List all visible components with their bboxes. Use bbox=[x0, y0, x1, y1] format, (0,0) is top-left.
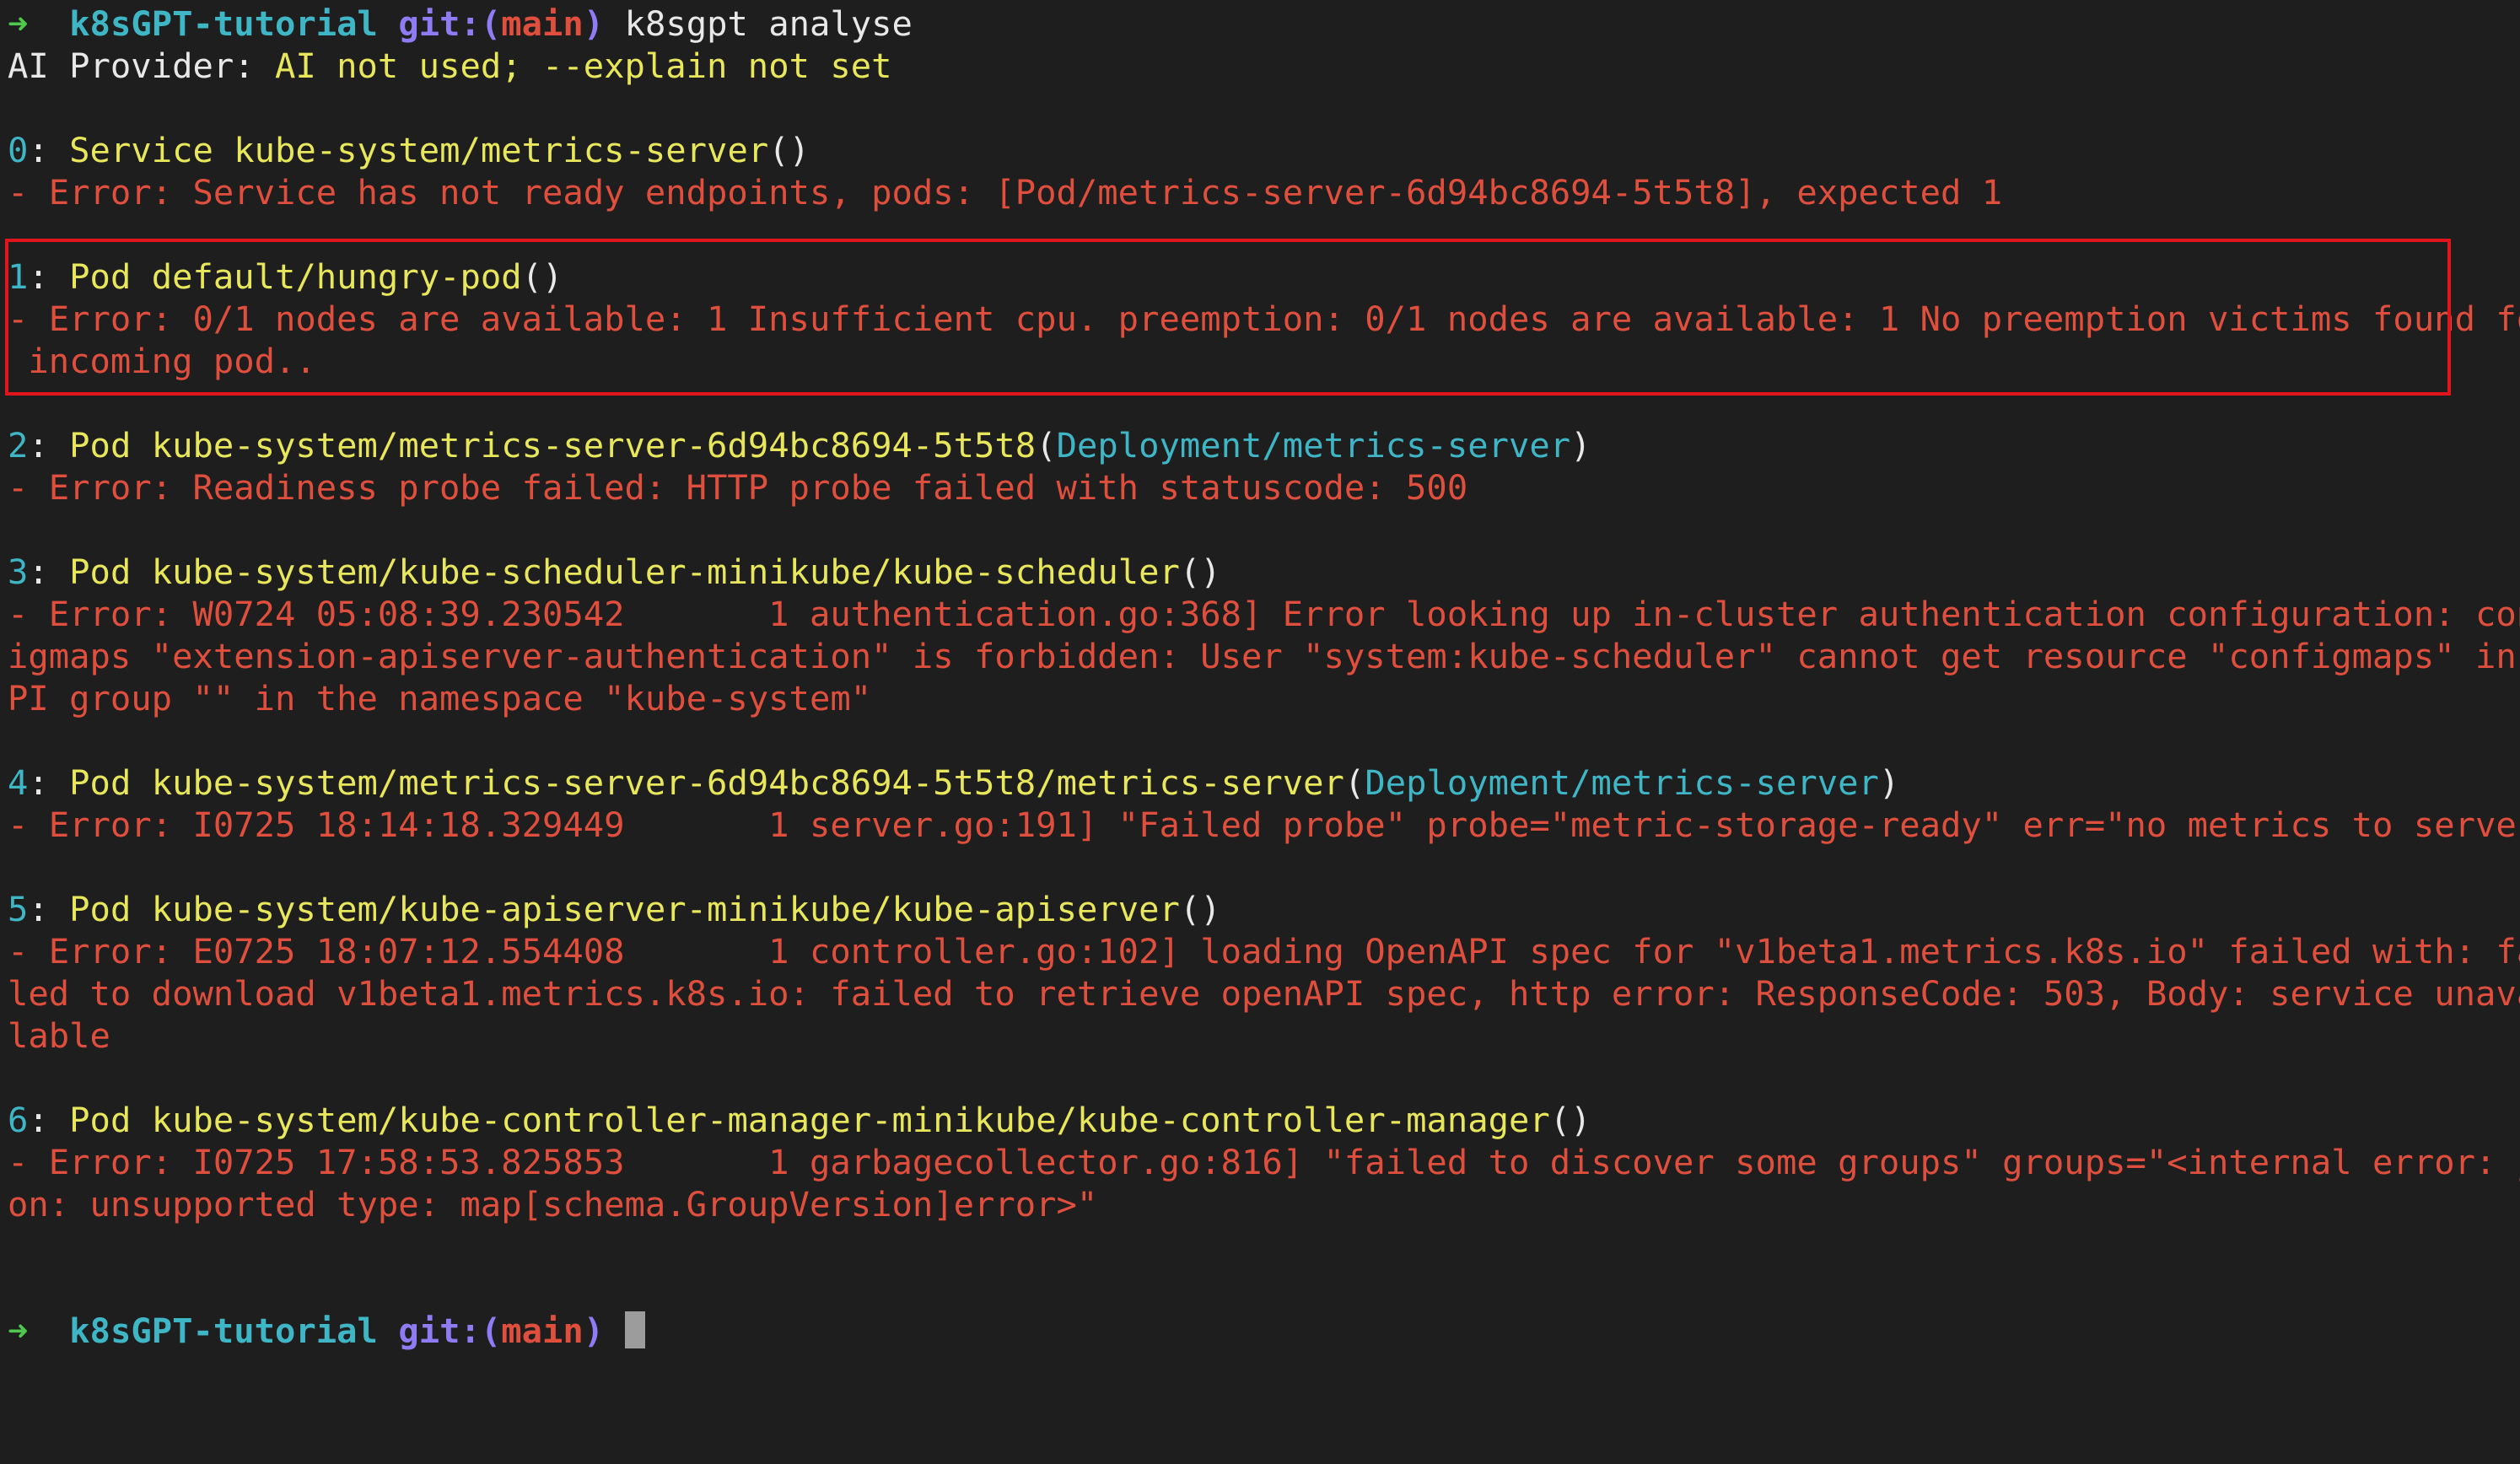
prompt-directory: k8sGPT-tutorial bbox=[69, 1311, 378, 1351]
prompt-line: ➜ k8sGPT-tutorial git:(main) k8sgpt anal… bbox=[8, 3, 913, 45]
result-kind: Service bbox=[69, 130, 213, 170]
result-kind: Pod bbox=[69, 552, 132, 592]
result-header: 2: Pod kube-system/metrics-server-6d94bc… bbox=[8, 425, 1591, 466]
error-line: - Error: I0725 18:14:18.329449 1 server.… bbox=[8, 805, 2520, 845]
result-name: kube-system/metrics-server-6d94bc8694-5t… bbox=[151, 425, 1037, 466]
result-name: kube-system/kube-scheduler-minikube/kube… bbox=[151, 552, 1180, 592]
result-index: 4 bbox=[8, 762, 29, 803]
provider-line: AI Provider: AI not used; --explain not … bbox=[8, 45, 892, 87]
error-line: lable bbox=[8, 1015, 110, 1056]
git-label: git:( bbox=[398, 1311, 502, 1351]
error-line: PI group "" in the namespace "kube-syste… bbox=[8, 678, 872, 719]
prompt-directory: k8sGPT-tutorial bbox=[69, 3, 378, 44]
result-header: 0: Service kube-system/metrics-server() bbox=[8, 130, 810, 170]
error-line: incoming pod.. bbox=[8, 341, 316, 381]
result-header: 5: Pod kube-system/kube-apiserver-miniku… bbox=[8, 889, 1221, 929]
error-line: - Error: E0725 18:07:12.554408 1 control… bbox=[8, 931, 2520, 972]
git-close: ) bbox=[583, 1311, 605, 1351]
error-line: - Error: I0725 17:58:53.825853 1 garbage… bbox=[8, 1142, 2520, 1182]
provider-value: AI not used; --explain not set bbox=[275, 46, 892, 86]
error-line: igmaps "extension-apiserver-authenticati… bbox=[8, 636, 2520, 676]
result-header: 4: Pod kube-system/metrics-server-6d94bc… bbox=[8, 762, 1900, 803]
result-header: 1: Pod default/hungry-pod() bbox=[8, 256, 563, 297]
prompt-arrow-icon: ➜ bbox=[8, 3, 29, 44]
error-line: - Error: W0724 05:08:39.230542 1 authent… bbox=[8, 594, 2520, 634]
error-line: - Error: Service has not ready endpoints… bbox=[8, 172, 2003, 213]
git-branch: main bbox=[501, 1311, 584, 1351]
git-branch: main bbox=[501, 3, 584, 44]
result-kind: Pod bbox=[69, 425, 132, 466]
result-parent: Deployment/metrics-server bbox=[1365, 762, 1879, 803]
result-index: 1 bbox=[8, 256, 29, 297]
result-name: kube-system/kube-controller-manager-mini… bbox=[151, 1100, 1550, 1140]
result-header: 3: Pod kube-system/kube-scheduler-miniku… bbox=[8, 552, 1221, 592]
result-index: 5 bbox=[8, 889, 29, 929]
result-header: 6: Pod kube-system/kube-controller-manag… bbox=[8, 1100, 1591, 1140]
result-name: kube-system/metrics-server bbox=[234, 130, 769, 170]
git-close: ) bbox=[583, 3, 605, 44]
provider-label: AI Provider: bbox=[8, 46, 255, 86]
error-line: on: unsupported type: map[schema.GroupVe… bbox=[8, 1184, 1098, 1224]
result-kind: Pod bbox=[69, 1100, 132, 1140]
result-name: kube-system/metrics-server-6d94bc8694-5t… bbox=[151, 762, 1344, 803]
result-index: 2 bbox=[8, 425, 29, 466]
result-kind: Pod bbox=[69, 889, 132, 929]
result-index: 0 bbox=[8, 130, 29, 170]
terminal-window[interactable]: ➜ k8sGPT-tutorial git:(main) k8sgpt anal… bbox=[0, 0, 2520, 1464]
result-name: kube-system/kube-apiserver-minikube/kube… bbox=[151, 889, 1180, 929]
result-name: default/hungry-pod bbox=[151, 256, 522, 297]
prompt-arrow-icon: ➜ bbox=[8, 1311, 29, 1351]
result-index: 6 bbox=[8, 1100, 29, 1140]
error-line: - Error: Readiness probe failed: HTTP pr… bbox=[8, 467, 1468, 508]
result-kind: Pod bbox=[69, 256, 132, 297]
error-line: - Error: 0/1 nodes are available: 1 Insu… bbox=[8, 299, 2520, 339]
result-kind: Pod bbox=[69, 762, 132, 803]
git-label: git:( bbox=[398, 3, 502, 44]
result-parent: Deployment/metrics-server bbox=[1056, 425, 1571, 466]
prompt-line[interactable]: ➜ k8sGPT-tutorial git:(main) bbox=[8, 1310, 645, 1352]
result-index: 3 bbox=[8, 552, 29, 592]
error-line: led to download v1beta1.metrics.k8s.io: … bbox=[8, 973, 2520, 1014]
text-cursor[interactable] bbox=[624, 1311, 645, 1348]
command-text: k8sgpt analyse bbox=[624, 3, 913, 44]
